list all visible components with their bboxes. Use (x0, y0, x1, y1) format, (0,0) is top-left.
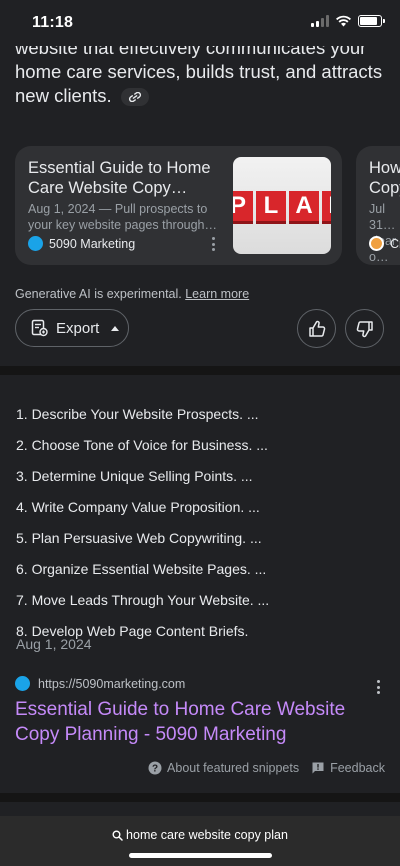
list-item: 2. Choose Tone of Voice for Business. ..… (16, 437, 268, 453)
svg-text:?: ? (152, 764, 158, 775)
caret-up-icon (111, 325, 120, 331)
list-item: 4. Write Company Value Proposition. ... (16, 499, 260, 515)
bottom-query[interactable]: home care website copy plan (0, 828, 400, 842)
plan-block-letter: L (256, 191, 286, 221)
ai-disclaimer: Generative AI is experimental. Learn mor… (15, 287, 249, 301)
card-title: Essential Guide to Home Care Website Cop… (28, 159, 211, 197)
card-source-name: 5090 Marketing (49, 236, 136, 251)
section-divider (0, 366, 400, 375)
site-favicon-icon (28, 236, 43, 251)
list-item: 5. Plan Persuasive Web Copywriting. ... (16, 530, 262, 546)
status-icons (311, 15, 385, 27)
export-doc-icon (31, 319, 48, 337)
status-time: 11:18 (32, 14, 74, 31)
feedback-icon (312, 762, 324, 774)
snippet-footer: ? About featured snippets Feedback (148, 761, 385, 775)
list-item: 7. Move Leads Through Your Website. ... (16, 592, 270, 608)
export-button[interactable]: Export (15, 309, 129, 347)
about-featured-snippets-link[interactable]: ? About featured snippets (148, 761, 299, 775)
section-divider (0, 793, 400, 802)
battery-level (360, 17, 377, 25)
card-source: Cr… (369, 236, 400, 251)
feedback-label: Feedback (330, 761, 385, 775)
card-snippet: Aug 1, 2024 — Pull prospects to your key… (28, 202, 217, 232)
ai-overview-paragraph: website that effectively communicates yo… (15, 37, 383, 106)
source-card[interactable]: Essential Guide to Home Care Website Cop… (15, 146, 342, 265)
bottom-search-bar[interactable]: home care website copy plan (0, 816, 400, 866)
list-item: 6. Organize Essential Website Pages. ... (16, 561, 267, 577)
card-title: How t… Copy… (369, 159, 400, 197)
learn-more-link[interactable]: Learn more (185, 287, 249, 301)
plan-block-letter: A (289, 191, 319, 221)
list-item: 3. Determine Unique Selling Points. ... (16, 468, 253, 484)
search-icon (112, 830, 123, 841)
card-source-name: Cr… (390, 236, 400, 251)
plan-block-letter: N (322, 191, 331, 221)
source-cards-carousel[interactable]: Essential Guide to Home Care Website Cop… (15, 146, 400, 266)
disclaimer-text: Generative AI is experimental. (15, 287, 182, 301)
card-thumbnail: P L A N (233, 157, 331, 254)
feedback-link[interactable]: Feedback (311, 761, 385, 775)
site-favicon-icon (369, 236, 384, 251)
card-source: 5090 Marketing (28, 236, 135, 251)
card-snippet: Jul 31… clear o… (369, 202, 396, 264)
battery-icon (358, 15, 385, 27)
result-more-options-icon[interactable] (376, 680, 380, 694)
thumbs-up-icon (308, 320, 325, 337)
citation-link-button[interactable] (120, 88, 149, 107)
query-text: home care website copy plan (126, 828, 288, 842)
status-bar: 11:18 (0, 0, 400, 46)
cellular-signal-icon (311, 15, 329, 27)
help-circle-icon: ? (148, 761, 162, 775)
thumbs-down-icon (356, 320, 373, 337)
snippet-date: Aug 1, 2024 (16, 636, 92, 652)
export-label: Export (56, 319, 100, 337)
about-label: About featured snippets (167, 761, 300, 775)
thumbs-up-button[interactable] (297, 309, 336, 348)
result-title-link[interactable]: Essential Guide to Home Care Website Cop… (15, 697, 385, 747)
result-source[interactable]: https://5090marketing.com (15, 676, 185, 691)
wifi-icon (336, 15, 351, 27)
list-item: 1. Describe Your Website Prospects. ... (16, 406, 259, 422)
link-icon (128, 92, 141, 103)
plan-blocks-image: P L A N (233, 191, 331, 221)
ai-overview-text: website that effectively communicates yo… (15, 36, 385, 108)
result-url: https://5090marketing.com (38, 676, 186, 691)
featured-snippet-list: 1. Describe Your Website Prospects. ... … (16, 399, 386, 647)
home-indicator[interactable] (129, 853, 272, 858)
site-favicon-icon (15, 676, 30, 691)
source-card[interactable]: How t… Copy… Jul 31… clear o… Cr… (356, 146, 400, 265)
thumbs-down-button[interactable] (345, 309, 384, 348)
plan-block-letter: P (233, 191, 253, 221)
card-more-options-icon[interactable] (207, 237, 219, 251)
